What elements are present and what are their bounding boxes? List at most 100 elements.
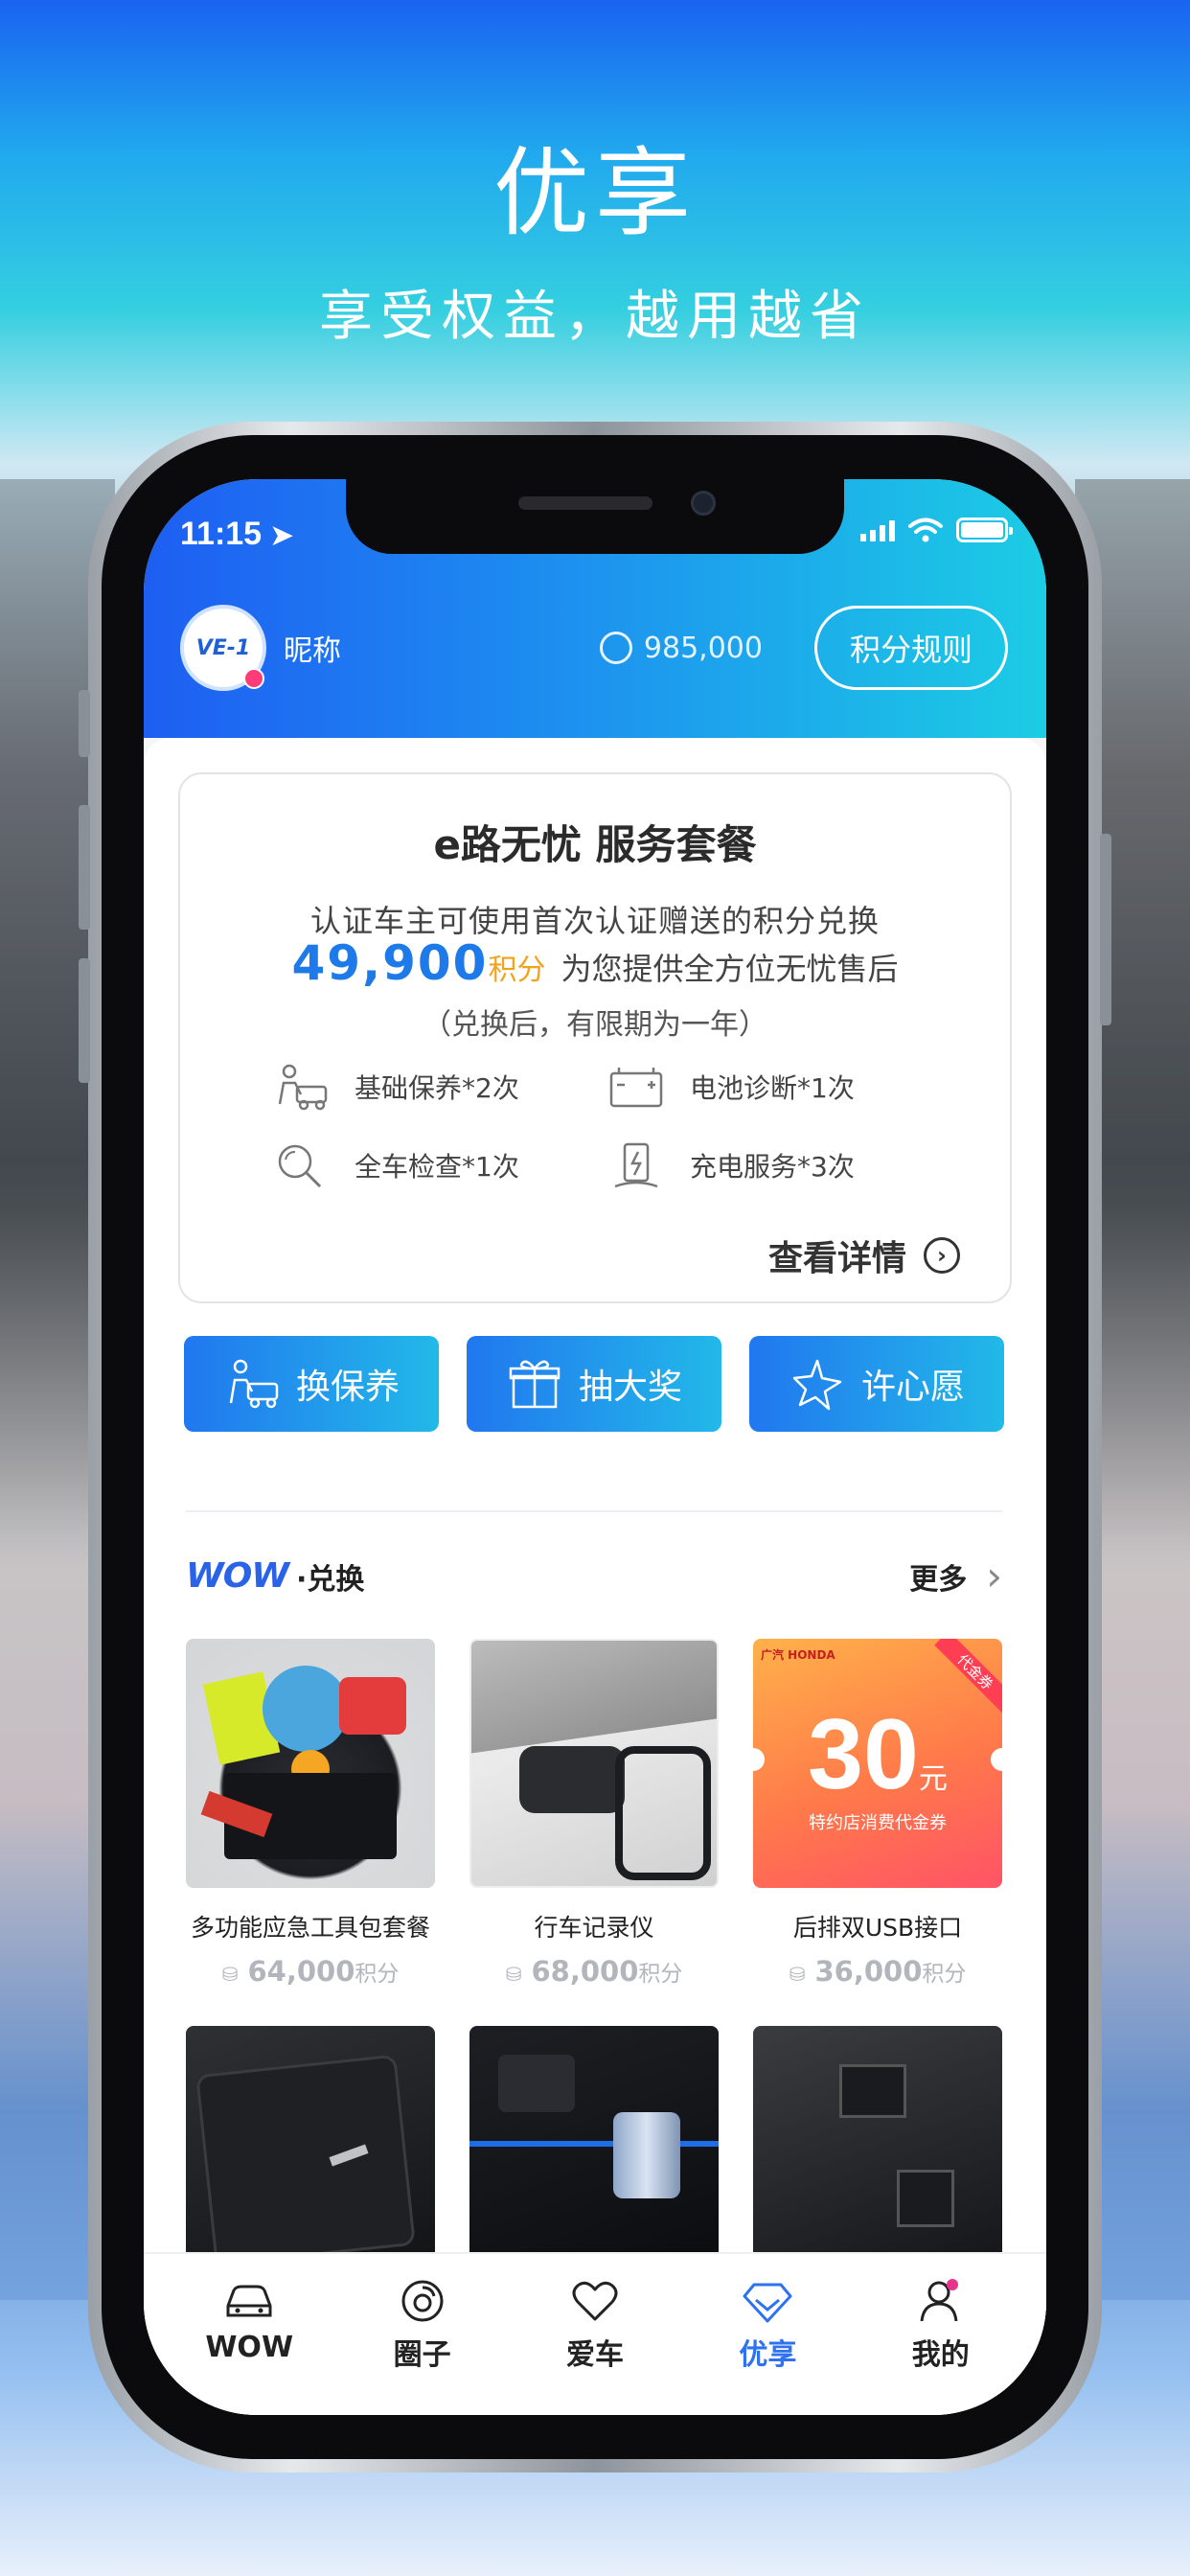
phone-volume-up: [79, 805, 90, 930]
action-label: 许心愿: [860, 1368, 965, 1407]
phone-notch: [346, 479, 844, 554]
product-card[interactable]: [753, 2026, 1002, 2275]
hero-title: 优享: [493, 137, 697, 249]
product-grid: 多功能应急工具包套餐 ⛁ 64,000积分 行车记录仪 ⛁ 68,000积分 广…: [186, 1639, 1002, 2275]
coin-icon: ⛁: [789, 1963, 806, 1986]
phone-side-button: [79, 690, 90, 757]
chevron-right-circle-icon: ›: [924, 1237, 960, 1274]
package-line3: （兑换后，有限期为一年）: [423, 1008, 767, 1042]
product-card[interactable]: 行车记录仪 ⛁ 68,000积分: [469, 1639, 719, 1988]
view-details-link[interactable]: 查看详情 ›: [768, 1230, 960, 1280]
nickname[interactable]: 昵称: [284, 627, 341, 669]
product-price: ⛁ 36,000积分: [789, 1955, 967, 1988]
product-card[interactable]: 广汽 HONDA 代金券 30元 特约店消费代金券 后排双USB接口 ⛁ 36,…: [753, 1639, 1002, 1988]
coin-icon: ⛁: [221, 1963, 239, 1986]
location-arrow-icon: ➤: [270, 520, 294, 550]
phone-volume-down: [79, 958, 90, 1083]
view-details-label: 查看详情: [767, 1239, 906, 1278]
service-list: 基础保养*2次 电池诊断*1次 全车检查*1次 充电服务*3次: [272, 1062, 943, 1190]
coin-icon: ⛁: [505, 1963, 522, 1986]
battery-icon: [609, 1068, 663, 1108]
car-maintenance-icon: [278, 1064, 328, 1111]
avatar-text: VE-1: [195, 635, 251, 660]
emergency-kit-image: [186, 1639, 435, 1888]
product-card[interactable]: [186, 2026, 435, 2275]
make-wish-button[interactable]: 许心愿: [749, 1336, 1004, 1432]
product-name: 行车记录仪: [534, 1914, 654, 1942]
lucky-draw-button[interactable]: 抽大奖: [467, 1336, 721, 1432]
status-time: 11:15 ➤: [180, 516, 294, 552]
hero-subtitle: 享受权益，越用越省: [319, 286, 871, 348]
gift-icon: [509, 1360, 561, 1409]
package-points: 49,900: [291, 935, 489, 991]
tab-profile[interactable]: 我的: [869, 2277, 1013, 2415]
package-line2-rest: 为您提供全方位无忧售后: [561, 951, 899, 987]
product-name: 后排双USB接口: [792, 1914, 963, 1942]
product-name: 多功能应急工具包套餐: [190, 1914, 430, 1942]
service-item: 充电服务*3次: [607, 1140, 943, 1190]
tab-my-car[interactable]: 爱车: [523, 2277, 667, 2415]
wow-logo: WOW: [186, 1556, 289, 1596]
exchange-maintenance-button[interactable]: 换保养: [184, 1336, 439, 1432]
signal-icon: [860, 518, 895, 541]
phone-power-button: [1100, 834, 1111, 1025]
status-icons: [860, 518, 1013, 542]
heart-icon: [572, 2281, 618, 2321]
tab-label: 圈子: [393, 2338, 451, 2372]
coin-stack-icon: [599, 632, 632, 664]
product-card[interactable]: [469, 2026, 719, 2275]
voucher-currency: 元: [918, 1762, 948, 1796]
voucher-brand: 广汽 HONDA: [761, 1648, 835, 1662]
wifi-icon: [908, 518, 943, 542]
dashcam-image: [469, 1639, 719, 1888]
car-icon: [226, 2285, 272, 2317]
tab-wow[interactable]: WOW: [177, 2277, 321, 2415]
tab-label: 爱车: [565, 2338, 624, 2372]
points-value: 985,000: [643, 631, 763, 665]
usb-port-image: [753, 2026, 1002, 2275]
service-label: 基础保养*2次: [355, 1072, 519, 1104]
tab-label: 优享: [739, 2338, 797, 2372]
product-price: ⛁ 68,000积分: [505, 1955, 683, 1988]
voucher-amount-row: 30元: [753, 1698, 1002, 1812]
package-points-unit: 积分: [488, 954, 546, 987]
service-label: 全车检查*1次: [355, 1151, 519, 1183]
service-package-card[interactable]: e路无忧 服务套餐 认证车主可使用首次认证赠送的积分兑换 49,900积分 为您提…: [178, 772, 1012, 1303]
vip-badge-icon: [243, 668, 264, 689]
wow-exchange-title: ·兑换: [296, 1562, 365, 1597]
battery-icon: [956, 518, 1013, 542]
charging-icon: [614, 1142, 658, 1188]
camera-icon: [691, 491, 716, 516]
product-price: ⛁ 64,000积分: [221, 1955, 400, 1988]
sparkle-icon: [792, 1359, 842, 1411]
voucher-amount: 30: [808, 1699, 919, 1810]
app-screen: 11:15 ➤ VE-1 昵称 985,000 积分规则 e路无忧 服务套餐 认…: [144, 479, 1046, 2415]
car-maintenance-icon: [229, 1359, 279, 1409]
floor-mat-image: [186, 2026, 435, 2275]
tab-label: WOW: [205, 2331, 294, 2364]
tab-benefits[interactable]: 优享: [696, 2277, 839, 2415]
action-label: 换保养: [295, 1368, 400, 1407]
more-link[interactable]: 更多 ›: [909, 1552, 1002, 1599]
tab-circle[interactable]: 圈子: [351, 2277, 494, 2415]
service-item: 全车检查*1次: [272, 1140, 607, 1190]
bottom-tab-bar: WOW 圈子 爱车 优享 我的: [144, 2252, 1046, 2415]
package-line2: 49,900积分 为您提供全方位无忧售后: [180, 935, 1010, 991]
avatar[interactable]: VE-1: [180, 605, 266, 691]
action-label: 抽大奖: [578, 1368, 682, 1407]
more-label: 更多: [909, 1562, 968, 1597]
service-item: 电池诊断*1次: [607, 1062, 943, 1112]
user-row: VE-1 昵称 985,000 积分规则: [180, 602, 1008, 694]
chevron-right-icon: ›: [986, 1552, 1002, 1599]
voucher-desc: 特约店消费代金券: [809, 1813, 947, 1833]
service-label: 电池诊断*1次: [690, 1072, 855, 1104]
product-card[interactable]: 多功能应急工具包套餐 ⛁ 64,000积分: [186, 1639, 435, 1988]
profile-icon: [920, 2279, 958, 2322]
tab-label: 我的: [911, 2338, 970, 2372]
magnifier-icon: [278, 1144, 322, 1188]
service-item: 基础保养*2次: [272, 1062, 607, 1112]
package-title: e路无忧 服务套餐: [433, 821, 757, 868]
section-divider: [186, 1510, 1002, 1512]
action-buttons: 换保养 抽大奖 许心愿: [184, 1336, 1004, 1432]
points-rules-button[interactable]: 积分规则: [813, 606, 1008, 690]
